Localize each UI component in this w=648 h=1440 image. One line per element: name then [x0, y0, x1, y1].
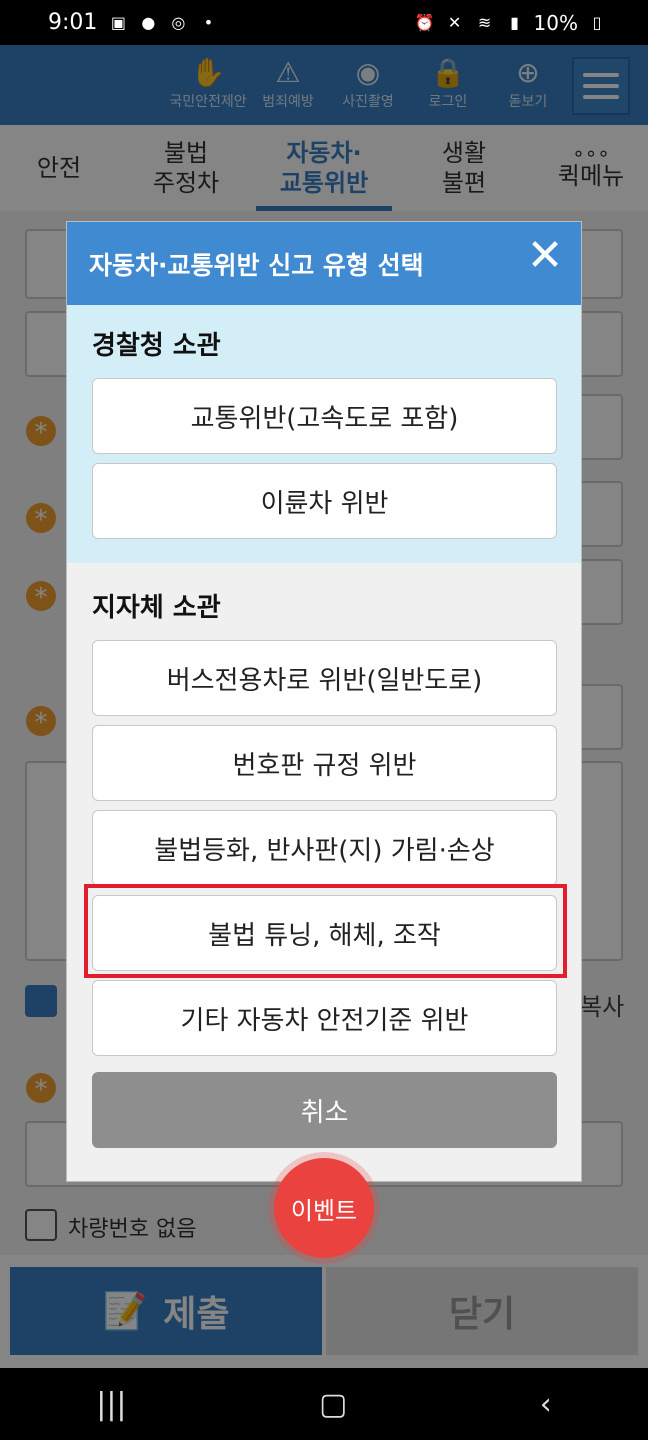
- mute-icon: ✕: [447, 13, 462, 32]
- local-section: 지자체 소관 버스전용차로 위반(일반도로) 번호판 규정 위반 불법등화, 반…: [67, 563, 581, 1056]
- status-time: 9:01: [48, 10, 98, 35]
- report-type-modal: 자동차·교통위반 신고 유형 선택 ✕ 경찰청 소관 교통위반(고속도로 포함)…: [66, 221, 582, 1182]
- police-section-title: 경찰청 소관: [92, 331, 221, 361]
- modal-header: 자동차·교통위반 신고 유형 선택 ✕: [67, 222, 581, 305]
- status-bar: 9:01 ▣ ● ◎ • ⏰ ✕ ≋ ▮ 10% ▯: [0, 0, 648, 45]
- option-traffic-violation[interactable]: 교통위반(고속도로 포함): [92, 378, 557, 454]
- back-icon[interactable]: ‹: [540, 1387, 552, 1422]
- recent-apps-icon[interactable]: |||: [96, 1387, 126, 1422]
- option-two-wheeler[interactable]: 이륜차 위반: [92, 463, 557, 539]
- police-section: 경찰청 소관 교통위반(고속도로 포함) 이륜차 위반: [67, 305, 581, 563]
- option-license-plate[interactable]: 번호판 규정 위반: [92, 725, 557, 801]
- option-other-safety[interactable]: 기타 자동차 안전기준 위반: [92, 980, 557, 1056]
- dot-icon: •: [203, 13, 214, 32]
- talk-icon: ●: [141, 13, 156, 32]
- alarm-icon: ⏰: [414, 13, 435, 32]
- modal-title: 자동차·교통위반 신고 유형 선택: [89, 250, 424, 280]
- cancel-button[interactable]: 취소: [92, 1072, 557, 1148]
- close-icon[interactable]: ✕: [525, 234, 565, 278]
- event-button[interactable]: 이벤트: [274, 1158, 374, 1258]
- highlight-box: [84, 884, 567, 978]
- home-icon[interactable]: ▢: [319, 1387, 347, 1422]
- instagram-icon: ◎: [171, 13, 186, 32]
- local-section-title: 지자체 소관: [92, 593, 221, 623]
- gallery-icon: ▣: [110, 13, 126, 32]
- signal-icon: ▮: [510, 13, 519, 32]
- option-bus-lane[interactable]: 버스전용차로 위반(일반도로): [92, 640, 557, 716]
- battery-level: 10%: [533, 10, 578, 35]
- battery-icon: ▯: [592, 13, 602, 32]
- wifi-icon: ≋: [477, 13, 492, 32]
- option-illegal-lights[interactable]: 불법등화, 반사판(지) 가림·손상: [92, 810, 557, 886]
- system-nav-bar: ||| ▢ ‹: [0, 1368, 648, 1440]
